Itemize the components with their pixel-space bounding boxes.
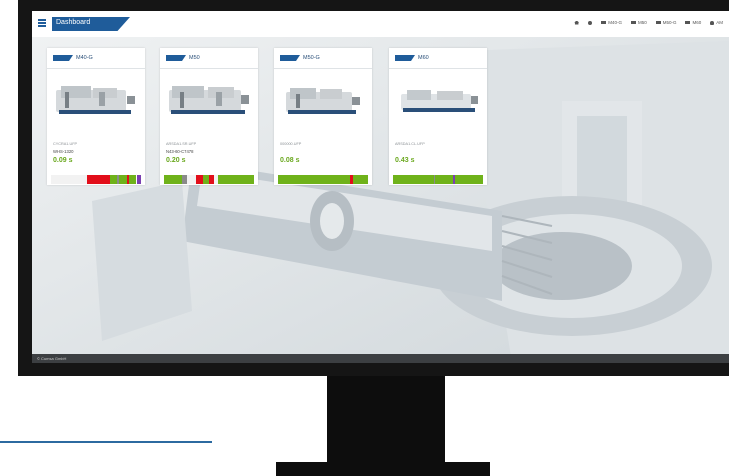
card-tab-marker — [53, 55, 73, 61]
top-bar: Dashboard M40-G M50 M50-G M60 AM — [32, 11, 729, 37]
timeline-segment — [393, 175, 434, 184]
machine-image — [286, 88, 360, 114]
cycle-time: 0.20 s — [166, 157, 186, 164]
timeline-segment — [195, 175, 203, 184]
gear-icon — [588, 20, 593, 25]
program-name: 000000.UFP — [280, 142, 302, 146]
timeline-segment — [352, 175, 368, 184]
timeline-segment — [186, 175, 196, 184]
machine-name: M50 — [189, 55, 200, 61]
cycle-time: 0.43 s — [395, 157, 415, 164]
grid-icon — [601, 21, 607, 24]
nav-label: M60 — [692, 20, 702, 25]
timeline-segment — [109, 175, 117, 184]
nav-settings[interactable] — [588, 20, 593, 25]
card-tab-marker — [166, 55, 186, 61]
timeline-segment — [435, 175, 454, 184]
nav-machine-m50[interactable]: M50 — [630, 20, 647, 25]
machine-name: M40-G — [76, 55, 93, 61]
card-header: M40-G — [47, 48, 145, 69]
cycle-time: 0.08 s — [280, 157, 300, 164]
timeline-segment — [218, 175, 254, 184]
nav-label: M50 — [637, 20, 647, 25]
page-title-text: Dashboard — [56, 19, 91, 26]
nav-label: AM — [716, 20, 723, 25]
grid-icon — [655, 21, 661, 24]
status-timeline-bar — [164, 175, 254, 184]
monitor-stand-base — [276, 462, 490, 476]
timeline-segment — [455, 175, 483, 184]
grid-icon — [630, 21, 636, 24]
machine-card[interactable]: M40-G CYCRA1.UFP WHS-1320 0.09 s — [47, 48, 145, 185]
copyright-text: © Cumsa GmbH — [37, 356, 67, 361]
timeline-segment — [119, 175, 127, 184]
timeline-segment — [136, 175, 141, 184]
app-screen: Dashboard M40-G M50 M50-G M60 AM M40-G C… — [32, 11, 729, 363]
machine-name: M50-G — [303, 55, 320, 61]
card-tab-marker — [395, 55, 415, 61]
status-timeline-bar — [51, 175, 141, 184]
cycle-time: 0.09 s — [53, 157, 73, 164]
timeline-segment — [51, 175, 87, 184]
monitor-frame: Dashboard M40-G M50 M50-G M60 AM M40-G C… — [18, 0, 729, 376]
home-icon — [574, 20, 580, 25]
card-header: M60 — [389, 48, 487, 69]
timeline-segment — [129, 175, 137, 184]
hamburger-menu-icon[interactable] — [38, 19, 46, 27]
part-number: WHS-1320 — [53, 149, 74, 154]
machine-image — [169, 86, 249, 114]
grid-icon — [685, 21, 691, 24]
monitor-stand-neck — [327, 376, 445, 468]
card-header: M50 — [160, 48, 258, 69]
machine-image — [56, 86, 135, 114]
nav-machine-m60[interactable]: M60 — [685, 20, 701, 25]
nav-label: M50-G — [662, 20, 677, 25]
machine-image — [401, 90, 478, 112]
nav-user[interactable]: AM — [710, 20, 723, 25]
timeline-segment — [164, 175, 182, 184]
footer: © Cumsa GmbH — [32, 354, 729, 363]
program-name: ARSDA1.CL.UFP — [395, 142, 425, 146]
status-timeline-bar — [278, 175, 368, 184]
nav-machine-m40g[interactable]: M40-G — [601, 20, 622, 25]
nav-machine-m50g[interactable]: M50-G — [655, 20, 677, 25]
program-name: CYCRA1.UFP — [53, 142, 78, 146]
program-name: ARSDA1.SR.UFP — [166, 142, 197, 146]
card-tab-marker — [280, 55, 300, 61]
machine-card[interactable]: M60 ARSDA1.CL.UFP 0.43 s — [389, 48, 487, 185]
machine-card[interactable]: M50-G 000000.UFP 0.08 s — [274, 48, 372, 185]
nav-home[interactable] — [574, 20, 580, 25]
card-header: M50-G — [274, 48, 372, 69]
page-title: Dashboard — [52, 17, 130, 31]
timeline-segment — [278, 175, 350, 184]
status-timeline-bar — [393, 175, 483, 184]
nav-label: M40-G — [608, 20, 622, 25]
top-navigation: M40-G M50 M50-G M60 AM — [574, 20, 723, 25]
timeline-segment — [87, 175, 110, 184]
part-number: N43-60-C7478 — [166, 149, 194, 154]
machine-name: M60 — [418, 55, 429, 61]
user-icon — [710, 20, 715, 25]
machine-card[interactable]: M50 ARSDA1.SR.UFP N43-60-C7478 0.20 s — [160, 48, 258, 185]
decorative-rule — [0, 441, 212, 443]
